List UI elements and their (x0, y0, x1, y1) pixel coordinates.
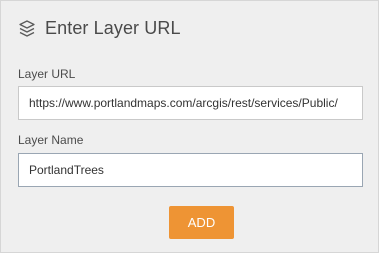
layer-name-label: Layer Name (18, 133, 84, 147)
layer-url-input[interactable] (18, 86, 363, 120)
layers-icon (17, 19, 37, 39)
dialog-title: Enter Layer URL (45, 18, 181, 38)
add-button[interactable]: ADD (169, 206, 234, 239)
enter-layer-url-panel: Enter Layer URL Layer URL Layer Name ADD (0, 0, 379, 253)
layer-url-label: Layer URL (18, 67, 76, 81)
panel-header: Enter Layer URL (17, 18, 181, 39)
layer-name-input[interactable] (18, 153, 363, 187)
